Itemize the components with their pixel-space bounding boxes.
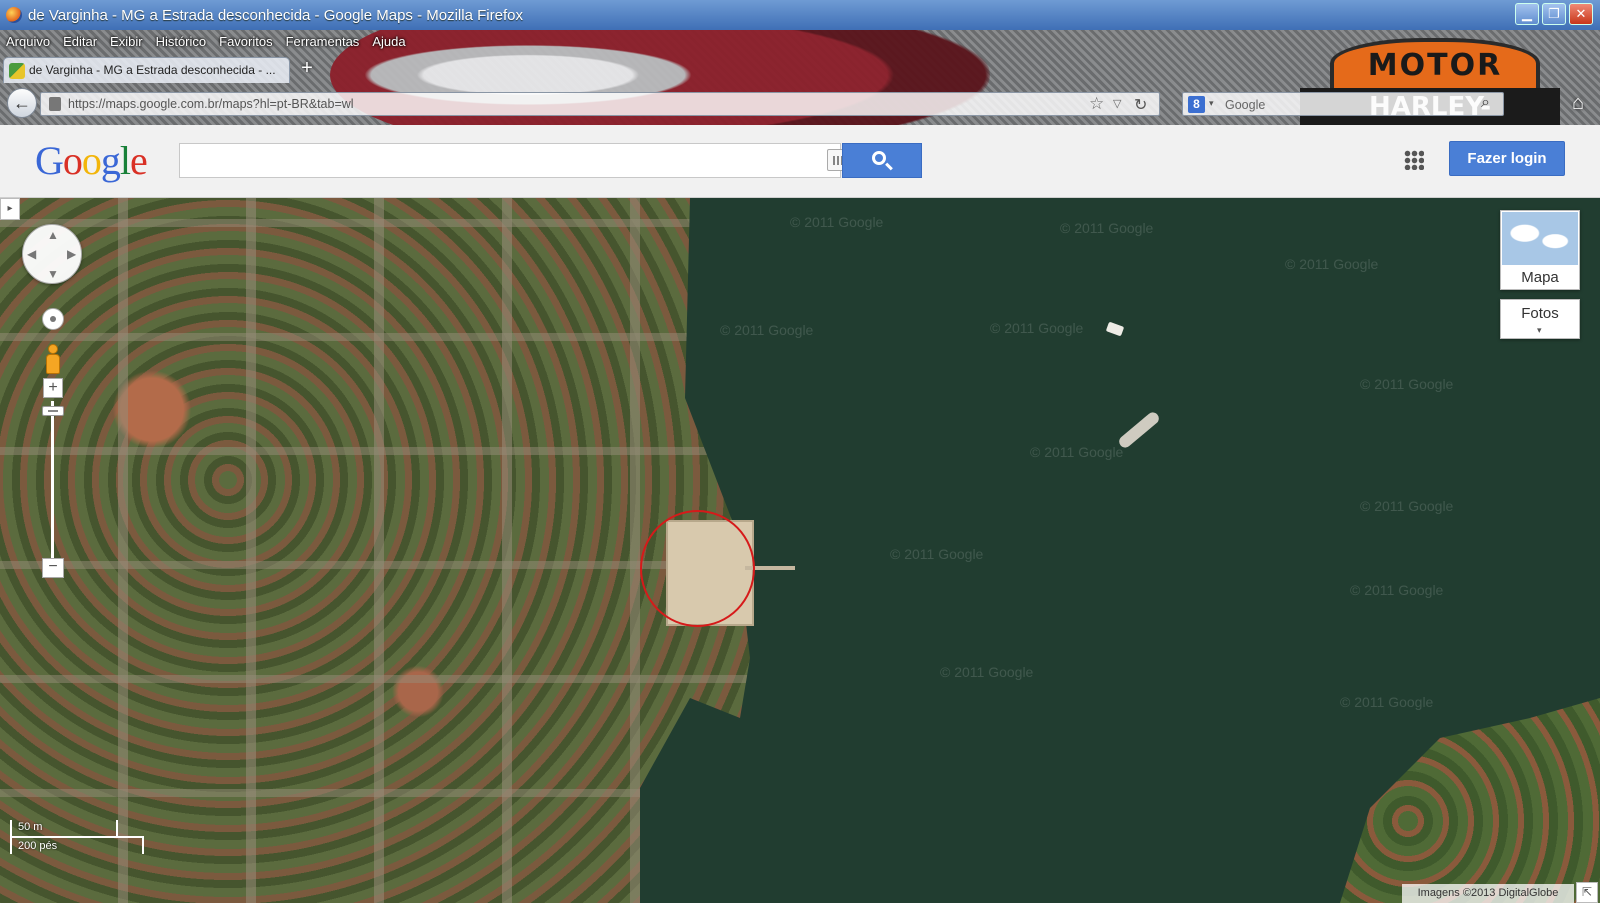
window-title: de Varginha - MG a Estrada desconhecida … [28, 7, 523, 24]
home-icon[interactable]: ⌂ [1565, 92, 1591, 116]
logo-letter: o [81, 138, 102, 183]
lock-icon [49, 97, 61, 111]
watermark: © 2011 Google [1350, 582, 1444, 598]
apps-grid-icon[interactable] [1404, 150, 1424, 170]
menu-ajuda[interactable]: Ajuda [366, 34, 412, 54]
title-bar: de Varginha - MG a Estrada desconhecida … [0, 0, 1600, 30]
minimize-button[interactable]: ▁ [1515, 3, 1539, 25]
watermark: © 2011 Google [1060, 220, 1154, 236]
street-view-pegman-icon[interactable] [43, 344, 63, 374]
menu-arquivo[interactable]: Arquivo [0, 34, 57, 54]
zoom-out-button[interactable]: − [42, 558, 64, 578]
map-layer-label: Mapa [1521, 269, 1559, 286]
search-icon[interactable]: ⌕ [1481, 94, 1490, 112]
watermark: © 2011 Google [720, 322, 814, 338]
browser-search-bar[interactable]: 8 ▾ Google ⌕ [1182, 92, 1504, 116]
reload-icon[interactable]: ↻ [1134, 95, 1147, 115]
scale-imperial: 200 pés [18, 840, 58, 852]
scale-tick [116, 820, 118, 837]
watermark: © 2011 Google [1360, 376, 1454, 392]
firefox-window: de Varginha - MG a Estrada desconhecida … [0, 0, 1600, 903]
maps-search-button[interactable] [842, 143, 922, 178]
watermark: © 2011 Google [1340, 694, 1434, 710]
chevron-down-icon: ▾ [1537, 325, 1542, 335]
pegman-head [48, 344, 58, 354]
scale-tick [10, 820, 12, 854]
tab-label: de Varginha - MG a Estrada desconhecida … [29, 63, 276, 77]
engine-dropdown-icon[interactable]: ▾ [1209, 98, 1214, 109]
scale-line [10, 836, 144, 838]
logo-top-text: MOTOR [1367, 48, 1503, 83]
boat [1116, 409, 1162, 451]
search-engine-icon[interactable]: 8 [1188, 96, 1205, 113]
watermark: © 2011 Google [790, 214, 884, 230]
google-logo[interactable]: Google [35, 137, 148, 184]
logo-letter: o [62, 138, 83, 183]
small-boat [1105, 321, 1125, 337]
zoom-slider-track[interactable] [51, 401, 54, 561]
new-tab-button[interactable]: + [296, 58, 318, 80]
logo-letter: G [35, 138, 64, 183]
highlight-circle [640, 510, 755, 627]
logo-letter: g [100, 138, 121, 183]
menu-favoritos[interactable]: Favoritos [213, 34, 279, 54]
watermark: © 2011 Google [990, 320, 1084, 336]
photos-layer-button[interactable]: Fotos ▾ [1500, 299, 1580, 339]
close-button[interactable]: ✕ [1569, 3, 1593, 25]
pan-control[interactable]: ▲ ▼ ◀ ▶ [22, 224, 82, 284]
navigation-bar: ← https://maps.google.com.br/maps?hl=pt-… [0, 84, 1600, 124]
watermark: © 2011 Google [890, 546, 984, 562]
login-button[interactable]: Fazer login [1449, 141, 1565, 176]
pan-right-icon[interactable]: ▶ [67, 247, 76, 261]
pan-left-icon[interactable]: ◀ [27, 247, 36, 261]
scale-metric: 50 m [18, 821, 43, 833]
rotate-reset-icon[interactable] [42, 308, 64, 330]
menu-historico[interactable]: Histórico [150, 34, 214, 54]
maximize-button[interactable]: ❐ [1542, 3, 1566, 25]
map-layer-button[interactable]: Mapa [1500, 210, 1580, 290]
scale-bar: 50 m 200 pés [10, 820, 144, 854]
watermark: © 2011 Google [1285, 256, 1379, 272]
zoom-in-button[interactable]: + [43, 378, 63, 398]
zoom-slider-thumb[interactable] [42, 406, 64, 416]
watermark: © 2011 Google [1360, 498, 1454, 514]
pegman-body [46, 354, 60, 374]
url-text[interactable]: https://maps.google.com.br/maps?hl=pt-BR… [68, 97, 354, 111]
url-bar[interactable]: https://maps.google.com.br/maps?hl=pt-BR… [40, 92, 1160, 116]
google-maps-favicon [9, 63, 25, 79]
imagery-copyright: Imagens ©2013 DigitalGlobe [1402, 884, 1574, 903]
menu-ferramentas[interactable]: Ferramentas [280, 34, 367, 54]
google-header: Google Fazer login [0, 125, 1600, 198]
photos-layer-label: Fotos [1521, 305, 1559, 322]
maps-search-input[interactable] [179, 143, 841, 178]
side-panel-toggle[interactable]: ▸ [0, 198, 20, 220]
pan-up-icon[interactable]: ▲ [47, 228, 59, 242]
menu-exibir[interactable]: Exibir [104, 34, 150, 54]
search-placeholder[interactable]: Google [1225, 98, 1265, 112]
shore-imagery [1340, 698, 1600, 903]
overview-toggle-icon[interactable]: ⇱ [1576, 882, 1598, 903]
watermark: © 2011 Google [1030, 444, 1124, 460]
logo-letter: e [130, 138, 148, 183]
menu-editar[interactable]: Editar [57, 34, 104, 54]
bookmark-star-icon[interactable]: ☆ [1089, 94, 1104, 114]
scale-tick [142, 837, 144, 854]
pan-down-icon[interactable]: ▼ [47, 267, 59, 281]
menu-bar: Arquivo Editar Exibir Histórico Favorito… [0, 34, 413, 54]
satellite-map[interactable]: © 2011 Google © 2011 Google © 2011 Googl… [0, 198, 1600, 903]
back-button[interactable]: ← [7, 88, 37, 118]
firefox-icon [6, 7, 22, 23]
logo-letter: l [119, 138, 131, 183]
search-icon [872, 151, 886, 165]
history-dropdown-icon[interactable]: ▽ [1113, 97, 1121, 110]
watermark: © 2011 Google [940, 664, 1034, 680]
world-map-thumbnail [1502, 212, 1578, 265]
browser-tab[interactable]: de Varginha - MG a Estrada desconhecida … [3, 57, 290, 83]
